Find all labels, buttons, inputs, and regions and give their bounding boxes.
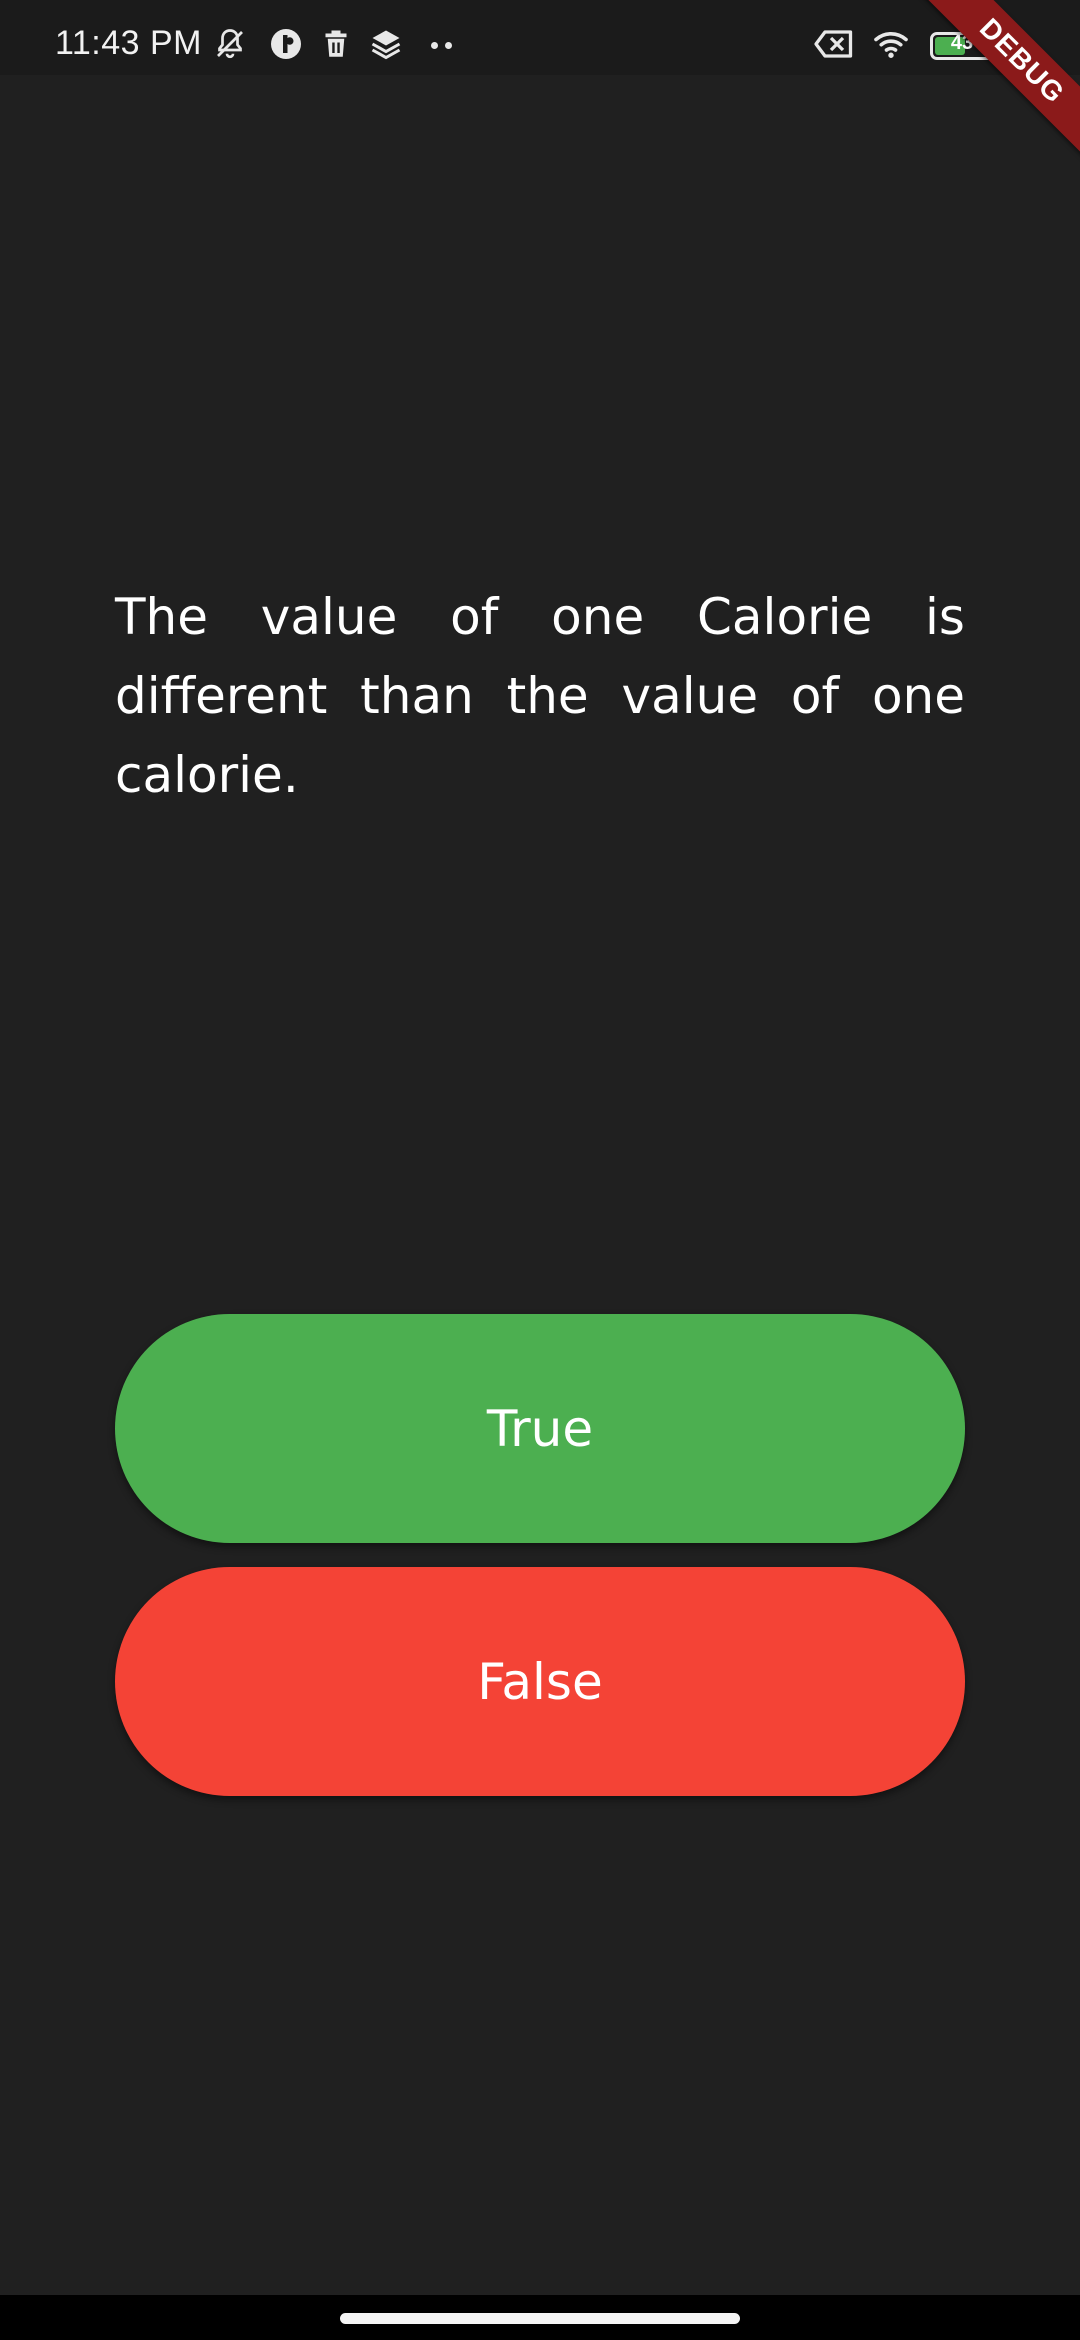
status-time: 11:43 PM: [55, 24, 203, 62]
layers-icon: [368, 26, 404, 62]
battery-level: 43: [950, 32, 974, 54]
false-button[interactable]: False: [115, 1567, 965, 1796]
app-badge-icon: [268, 26, 304, 62]
trash-icon: [318, 26, 354, 62]
wifi-icon: [870, 26, 912, 62]
status-bar: 11:43 PM 43: [0, 0, 1080, 75]
question-text: The value of one Calorie is different th…: [115, 588, 965, 804]
more-dots-icon: [428, 42, 456, 50]
home-indicator[interactable]: [340, 2313, 740, 2324]
app-screen: 11:43 PM 43 DEBUG The value of one Calor…: [0, 0, 1080, 2340]
battery-icon: 43: [930, 32, 994, 60]
true-button[interactable]: True: [115, 1314, 965, 1543]
no-sim-icon: [812, 26, 856, 62]
battery-cap: [996, 40, 1001, 52]
muted-bell-icon: [212, 26, 248, 62]
